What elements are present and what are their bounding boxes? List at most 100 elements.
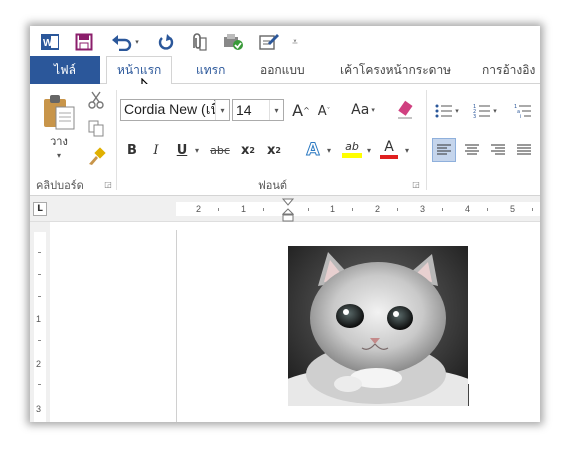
ruler-tick bbox=[532, 208, 533, 211]
save-icon[interactable] bbox=[74, 32, 94, 52]
clipboard-launcher-icon[interactable]: ◲ bbox=[102, 178, 114, 190]
ribbon-tabs: ไฟล์ หน้าแรก แทรก ออกแบบ เค้าโครงหน้ากระ… bbox=[30, 56, 540, 85]
text-effects-button[interactable]: A bbox=[302, 138, 324, 162]
redo-icon[interactable] bbox=[156, 32, 176, 52]
bold-button[interactable]: B bbox=[124, 140, 140, 160]
ruler-tick bbox=[38, 384, 41, 385]
strikethrough-button[interactable]: abc bbox=[206, 140, 234, 160]
ruler-label: 1 bbox=[330, 204, 336, 214]
underline-dropdown-icon[interactable]: ▾ bbox=[192, 142, 202, 158]
change-case-button[interactable]: Aa ▾ bbox=[344, 98, 382, 122]
font-color-button[interactable]: A bbox=[378, 136, 400, 162]
word-window: W ▾ ⩡ ไฟล์ หน้าแรก แทรก ออกแบบ เค้าโครงห… bbox=[30, 26, 540, 422]
ruler-tick bbox=[38, 252, 41, 253]
font-size-value: 14 bbox=[236, 102, 252, 118]
edit-icon[interactable] bbox=[258, 32, 280, 52]
horizontal-ruler[interactable]: L 2 1 1 2 3 4 5 bbox=[30, 196, 540, 222]
shrink-font-button[interactable]: Aˇ bbox=[314, 100, 334, 122]
word-logo-icon[interactable]: W bbox=[40, 32, 60, 52]
font-color-dropdown-icon[interactable]: ▾ bbox=[402, 142, 412, 158]
ruler-tick bbox=[38, 340, 41, 341]
highlight-dropdown-icon[interactable]: ▾ bbox=[364, 142, 374, 158]
grow-font-button[interactable]: A ^ bbox=[290, 98, 312, 122]
text-effects-dropdown-icon[interactable]: ▾ bbox=[324, 142, 334, 158]
font-size-field[interactable]: 14 ▾ bbox=[232, 99, 284, 121]
highlight-color-bar bbox=[342, 153, 362, 158]
underline-button[interactable]: U bbox=[174, 140, 190, 160]
group-separator bbox=[116, 90, 117, 190]
format-painter-icon[interactable] bbox=[86, 146, 106, 166]
quick-access-toolbar: W ▾ ⩡ bbox=[30, 26, 540, 56]
change-case-label: Aa bbox=[351, 102, 370, 118]
paste-dropdown-icon[interactable]: ▾ bbox=[52, 150, 66, 160]
subscript-label: x bbox=[241, 142, 250, 158]
tab-layout[interactable]: เค้าโครงหน้ากระดาษ bbox=[340, 56, 451, 84]
ruler-label: 4 bbox=[465, 204, 471, 214]
vertical-ruler[interactable]: 1 2 3 bbox=[30, 222, 50, 422]
ruler-label: 2 bbox=[36, 359, 42, 369]
ruler-tick bbox=[218, 208, 219, 211]
paste-icon[interactable] bbox=[42, 92, 76, 132]
ruler-label: 3 bbox=[36, 404, 42, 414]
italic-button[interactable]: I bbox=[148, 140, 164, 160]
tab-file[interactable]: ไฟล์ bbox=[30, 56, 100, 84]
superscript-small: 2 bbox=[275, 145, 281, 155]
customize-icon[interactable]: ⩡ bbox=[288, 32, 302, 52]
tab-references[interactable]: การอ้างอิง bbox=[482, 56, 535, 84]
tab-home[interactable]: หน้าแรก bbox=[106, 56, 173, 85]
ruler-tick bbox=[38, 274, 41, 275]
tab-selector[interactable]: L bbox=[33, 202, 47, 216]
justify-icon[interactable] bbox=[512, 138, 536, 162]
check-icon[interactable] bbox=[222, 32, 244, 52]
group-separator bbox=[426, 90, 427, 190]
clear-formatting-icon[interactable] bbox=[394, 98, 416, 122]
vertical-ruler-area bbox=[34, 232, 46, 422]
numbering-icon[interactable]: 123 ▾ bbox=[470, 100, 500, 122]
svg-text:3: 3 bbox=[473, 114, 476, 119]
indent-marker-icon[interactable] bbox=[282, 198, 294, 222]
font-name-dropdown-icon[interactable]: ▾ bbox=[215, 100, 229, 120]
attach-icon[interactable] bbox=[188, 32, 208, 52]
highlight-button[interactable]: ab bbox=[340, 136, 364, 162]
highlight-label: ab bbox=[345, 140, 359, 153]
ruler-label: 2 bbox=[375, 204, 381, 214]
align-left-icon[interactable] bbox=[432, 138, 456, 162]
ruler-tick bbox=[397, 208, 398, 211]
ruler-label: 1 bbox=[241, 204, 247, 214]
multilevel-list-icon[interactable]: 1ai bbox=[508, 100, 538, 122]
align-right-icon[interactable] bbox=[486, 138, 510, 162]
ruler-tick bbox=[442, 208, 443, 211]
subscript-button[interactable]: x2 bbox=[238, 140, 258, 160]
ruler-tick bbox=[308, 208, 309, 211]
shrink-font-label: A bbox=[317, 103, 327, 119]
ruler-tick bbox=[487, 208, 488, 211]
tab-design[interactable]: ออกแบบ bbox=[260, 56, 305, 84]
ribbon-home: วาง ▾ คลิปบอร์ด ◲ Cordia New (เนื้ ▾ 14 … bbox=[30, 84, 540, 196]
superscript-label: x bbox=[267, 142, 276, 158]
font-name-value: Cordia New (เนื้ bbox=[124, 101, 221, 117]
ruler-tick bbox=[263, 208, 264, 211]
ruler-label: 2 bbox=[196, 204, 202, 214]
svg-text:i: i bbox=[520, 114, 521, 119]
ruler-tick bbox=[352, 208, 353, 211]
kitten-image[interactable] bbox=[288, 246, 468, 406]
ruler-label: 3 bbox=[420, 204, 426, 214]
grow-font-label: A bbox=[292, 100, 304, 120]
superscript-button[interactable]: x2 bbox=[264, 140, 284, 160]
font-color-bar bbox=[380, 155, 398, 159]
tab-insert[interactable]: แทรก bbox=[196, 56, 225, 84]
paste-button[interactable]: วาง bbox=[48, 134, 70, 148]
svg-text:W: W bbox=[43, 38, 53, 49]
align-center-icon[interactable] bbox=[460, 138, 484, 162]
clipboard-group-label: คลิปบอร์ด bbox=[36, 179, 84, 192]
font-color-label: A bbox=[384, 139, 394, 155]
ruler-tick bbox=[38, 296, 41, 297]
page-margin-line bbox=[176, 230, 177, 422]
undo-icon[interactable]: ▾ bbox=[108, 32, 142, 52]
font-name-field[interactable]: Cordia New (เนื้ ▾ bbox=[120, 99, 230, 121]
cut-icon[interactable] bbox=[86, 90, 106, 110]
font-launcher-icon[interactable]: ◲ bbox=[410, 178, 422, 190]
font-size-dropdown-icon[interactable]: ▾ bbox=[269, 100, 283, 120]
bullets-icon[interactable]: ▾ bbox=[432, 100, 462, 122]
copy-icon[interactable] bbox=[86, 118, 106, 138]
